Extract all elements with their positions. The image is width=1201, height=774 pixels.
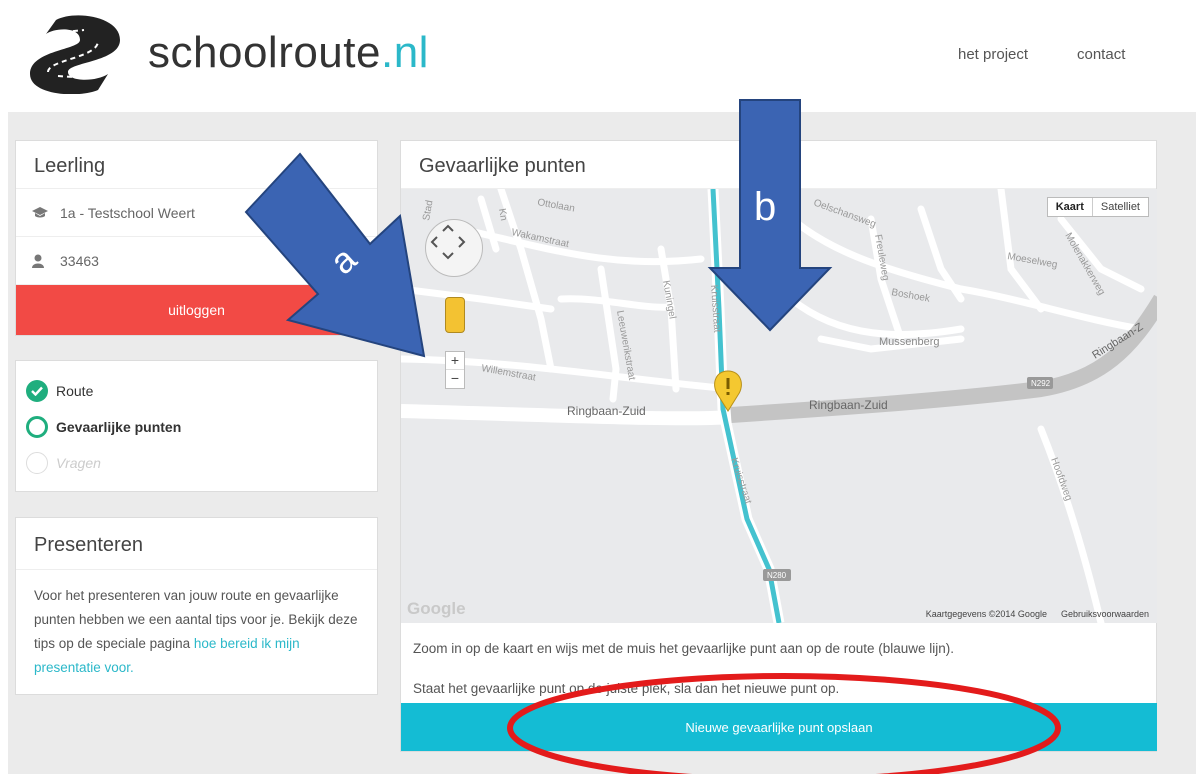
- google-logo: Google: [407, 599, 466, 618]
- pan-control-icon[interactable]: [425, 219, 483, 277]
- user-icon: [32, 254, 60, 268]
- step-route[interactable]: Route: [26, 373, 377, 409]
- step-label: Route: [56, 383, 94, 399]
- street-label: Boshoek: [890, 287, 931, 305]
- map-type-kaart[interactable]: Kaart: [1048, 198, 1093, 216]
- street-label: Kn: [496, 208, 509, 222]
- leerling-title: Leerling: [16, 141, 377, 189]
- presenteren-card: Presenteren Voor het presenteren van jou…: [15, 517, 378, 695]
- zoom-out-button[interactable]: −: [446, 370, 464, 388]
- instruction-save: Staat het gevaarlijke punt op de juiste …: [413, 681, 840, 696]
- map-view[interactable]: Ringbaan-Zuid Ringbaan-Zuid Ringbaan-Z M…: [401, 189, 1157, 623]
- student-id: 33463: [60, 252, 99, 269]
- street-label: Kruisstraat: [708, 284, 722, 333]
- instruction-zoom: Zoom in op de kaart en wijs met de muis …: [413, 641, 955, 656]
- map-type-control: Kaart Satelliet: [1046, 197, 1149, 217]
- nav-link-contact[interactable]: contact: [1077, 46, 1125, 63]
- pending-step-icon: [26, 452, 48, 474]
- map-canvas[interactable]: Ringbaan-Zuid Ringbaan-Zuid Ringbaan-Z M…: [401, 189, 1157, 623]
- main-title: Gevaarlijke punten: [401, 141, 1156, 189]
- current-step-icon: [26, 416, 48, 438]
- graduation-cap-icon: [32, 206, 60, 219]
- gevaarlijke-punten-card: Gevaarlijke punten Ringbaan-Zuid Ringbaa…: [400, 140, 1157, 752]
- street-label: Ringbaan-Zuid: [809, 398, 888, 412]
- attribution-text: Kaartgegevens ©2014 Google: [925, 609, 1047, 619]
- student-row: 33463: [16, 237, 377, 285]
- step-label: Vragen: [56, 455, 101, 471]
- street-label: Kuningel: [660, 280, 678, 320]
- step-vragen: Vragen: [26, 445, 377, 481]
- nav-link-project[interactable]: het project: [958, 46, 1028, 63]
- progress-steps: Route Gevaarlijke punten Vragen: [15, 360, 378, 492]
- schoolroute-logo-icon[interactable]: [24, 12, 136, 94]
- street-label: Ringbaan-Zuid: [567, 404, 646, 418]
- zoom-in-button[interactable]: +: [446, 352, 464, 370]
- map-type-satelliet[interactable]: Satelliet: [1093, 198, 1148, 216]
- logout-button[interactable]: uitloggen: [16, 285, 377, 335]
- step-label: Gevaarlijke punten: [56, 419, 182, 435]
- class-row: 1a - Testschool Weert: [16, 189, 377, 237]
- street-label: Ottolaan: [536, 197, 575, 214]
- step-gevaarlijke-punten[interactable]: Gevaarlijke punten: [26, 409, 377, 445]
- street-view-pegman-icon[interactable]: [445, 297, 465, 333]
- save-hazard-button[interactable]: Nieuwe gevaarlijke punt opslaan: [401, 703, 1157, 751]
- header: schoolroute.nl het project contact: [0, 0, 1201, 112]
- brand-name[interactable]: schoolroute.nl: [148, 28, 429, 78]
- street-label: Kruisstraat: [728, 457, 753, 506]
- leerling-card: Leerling 1a - Testschool Weert 33463 uit…: [15, 140, 378, 336]
- zoom-control: + −: [445, 351, 465, 389]
- check-icon: [26, 380, 48, 402]
- road-shield: N292: [1031, 379, 1051, 388]
- class-label: 1a - Testschool Weert: [60, 204, 195, 221]
- street-label: Stad: [421, 199, 435, 221]
- street-label: Oelschansweg: [812, 197, 877, 230]
- presenteren-title: Presenteren: [16, 518, 377, 570]
- presenteren-text: Voor het presenteren van jouw route en g…: [34, 588, 358, 675]
- map-attribution: Kaartgegevens ©2014 Google Gebruiksvoorw…: [926, 609, 1149, 619]
- street-label: Mussenberg: [879, 336, 940, 348]
- terms-link[interactable]: Gebruiksvoorwaarden: [1061, 609, 1149, 619]
- street-label: Hoofdweg: [1048, 456, 1074, 502]
- road-shield: N280: [767, 571, 787, 580]
